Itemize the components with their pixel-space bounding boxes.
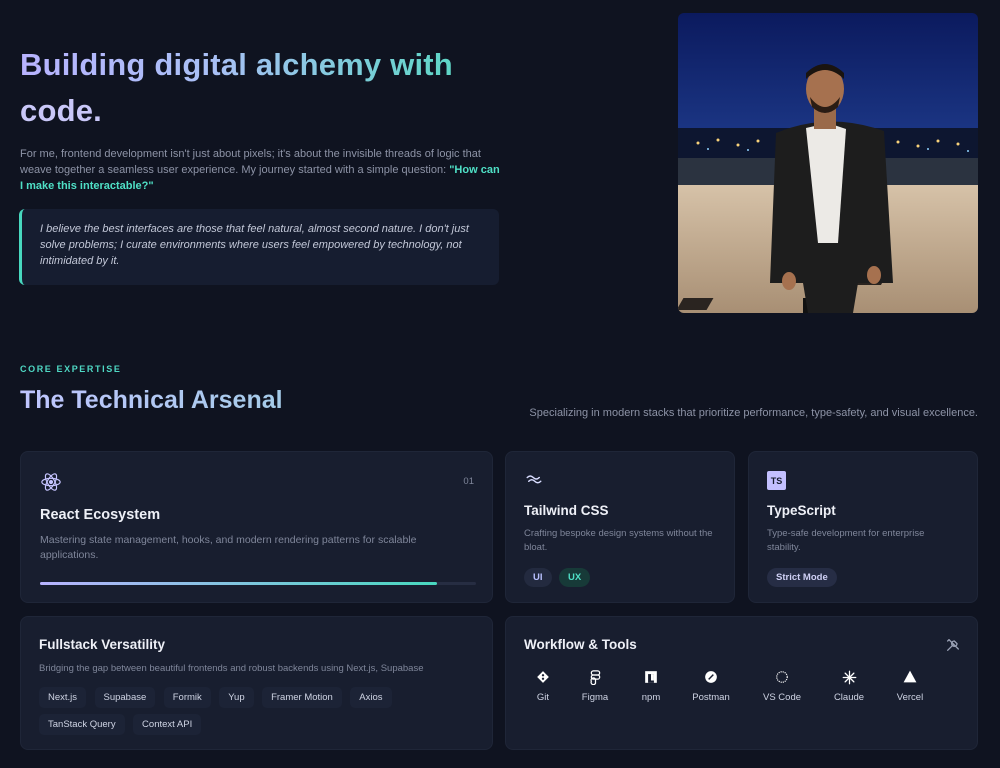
fullstack-card-title: Fullstack Versatility <box>39 637 166 652</box>
tailwind-card[interactable]: Tailwind CSS Crafting bespoke design sys… <box>505 451 735 603</box>
react-card[interactable]: 01 React Ecosystem Mastering state manag… <box>20 451 493 603</box>
chip-axios: Axios <box>350 687 392 708</box>
typescript-badge-icon: TS <box>767 471 786 490</box>
react-atom-icon <box>40 471 62 498</box>
tool-vscode[interactable]: VS Code <box>759 670 805 712</box>
tag-strict-mode: Strict Mode <box>767 568 837 587</box>
philosophy-quote: I believe the best interfaces are those … <box>19 209 499 285</box>
chip-yup: Yup <box>219 687 254 708</box>
react-card-title: React Ecosystem <box>40 507 161 523</box>
section-subtitle: Specializing in modern stacks that prior… <box>529 407 978 419</box>
chip-nextjs: Next.js <box>39 687 87 708</box>
hero-title-line1: Building digital alchemy with <box>20 47 453 82</box>
hero-title-line2: code. <box>20 93 102 128</box>
tag-ux: UX <box>558 568 591 587</box>
chip-context-api: Context API <box>133 714 202 735</box>
tool-vercel[interactable]: Vercel <box>887 670 933 712</box>
tailwind-card-desc: Crafting bespoke design systems without … <box>524 528 713 553</box>
fullstack-chip-list: Next.js Supabase Formik Yup Framer Motio… <box>39 687 484 741</box>
chip-supabase: Supabase <box>94 687 156 708</box>
tailwind-tags: UI UX <box>524 567 591 587</box>
tool-postman[interactable]: Postman <box>688 670 734 712</box>
claude-sparkle-icon <box>826 670 872 688</box>
figma-icon <box>572 670 618 688</box>
intro-paragraph: For me, frontend development isn't just … <box>20 146 500 194</box>
tool-label: Vercel <box>896 692 924 703</box>
react-card-desc: Mastering state management, hooks, and m… <box>40 534 417 561</box>
tool-label: Claude <box>833 692 865 703</box>
vercel-triangle-icon <box>887 670 933 688</box>
tool-npm[interactable]: npm <box>628 670 674 712</box>
vscode-icon <box>759 670 805 688</box>
postman-icon <box>688 670 734 688</box>
npm-icon <box>628 670 674 688</box>
tool-claude[interactable]: Claude <box>826 670 872 712</box>
card-number: 01 <box>463 476 474 487</box>
workflow-card-title: Workflow & Tools <box>524 637 637 652</box>
typescript-card[interactable]: TS TypeScript Type-safe development for … <box>748 451 978 603</box>
chip-tanstack-query: TanStack Query <box>39 714 125 735</box>
chip-framer-motion: Framer Motion <box>262 687 342 708</box>
typescript-card-title: TypeScript <box>767 503 836 518</box>
react-progress-fill <box>40 582 437 585</box>
typescript-tags: Strict Mode <box>767 567 837 587</box>
tailwind-wave-icon <box>525 472 543 491</box>
section-title: The Technical Arsenal <box>20 386 283 414</box>
react-progress-track <box>40 582 476 585</box>
section-eyebrow: CORE EXPERTISE <box>20 364 122 374</box>
git-icon <box>520 670 566 688</box>
hero-title: Building digital alchemy with code. <box>20 42 490 134</box>
chip-formik: Formik <box>163 687 211 708</box>
profile-photo <box>678 13 978 313</box>
tag-ui: UI <box>524 568 552 587</box>
fullstack-card[interactable]: Fullstack Versatility Bridging the gap b… <box>20 616 493 750</box>
tool-git[interactable]: Git <box>520 670 566 712</box>
fullstack-card-desc: Bridging the gap between beautiful front… <box>39 663 424 674</box>
tool-label: Figma <box>581 692 609 703</box>
tool-label: npm <box>641 692 661 703</box>
tool-figma[interactable]: Figma <box>572 670 618 712</box>
tools-wrench-icon <box>945 637 961 658</box>
tailwind-card-title: Tailwind CSS <box>524 503 609 518</box>
typescript-card-desc: Type-safe development for enterprise sta… <box>767 528 925 553</box>
tool-label: Git <box>536 692 550 703</box>
tool-label: VS Code <box>762 692 802 703</box>
tool-label: Postman <box>692 692 730 703</box>
intro-text: For me, frontend development isn't just … <box>20 148 481 176</box>
profile-photo-illustration <box>678 13 978 313</box>
